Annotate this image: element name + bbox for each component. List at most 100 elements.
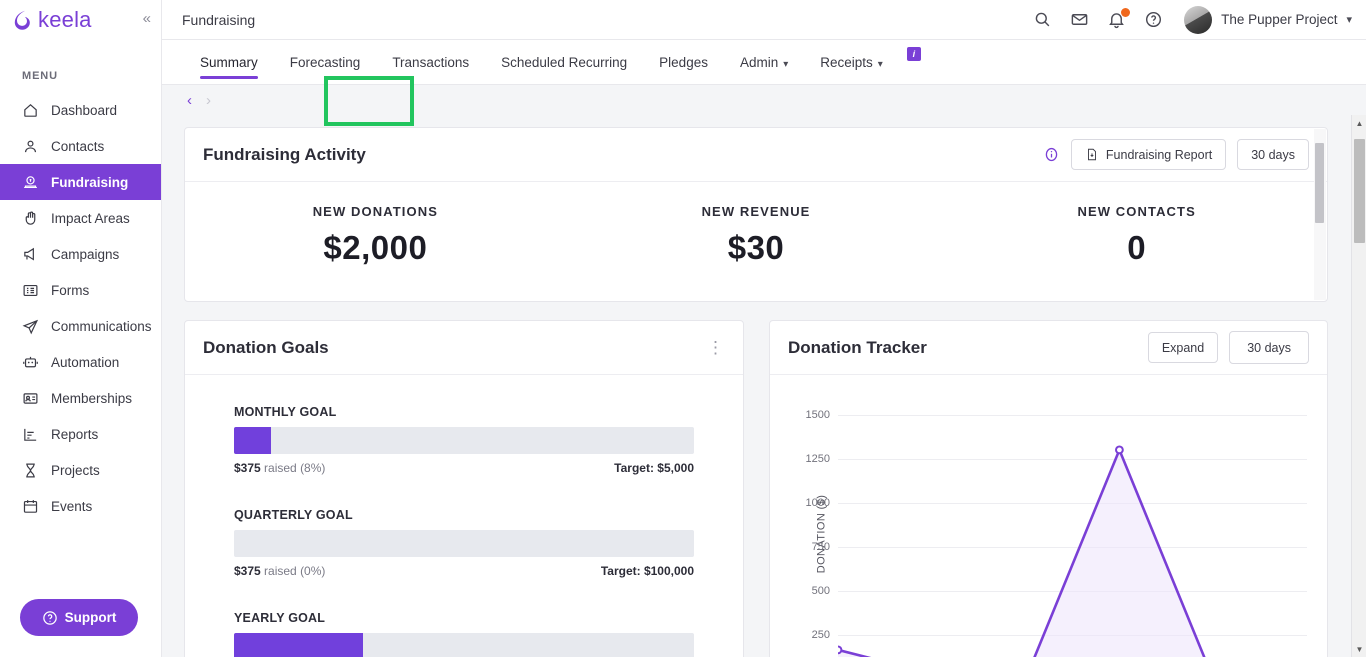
donation-goals-column: Donation Goals ⋮ MONTHLY GOAL $375 raise…	[184, 320, 744, 657]
top-bar-actions: The Pupper Project ▾	[1033, 5, 1352, 34]
goal-raised-amount: $375	[234, 564, 261, 578]
page-scrollbar-thumb[interactable]	[1354, 139, 1365, 243]
donation-tracker-actions: Expand 30 days	[1147, 331, 1309, 364]
goal-quarterly: QUARTERLY GOAL $375 raised (0%) Target: …	[234, 508, 694, 578]
hourglass-icon	[22, 462, 39, 479]
chevron-down-icon: ▾	[1346, 14, 1352, 26]
activity-card-scrollbar-thumb[interactable]	[1315, 143, 1324, 223]
donation-goals-header: Donation Goals ⋮	[185, 321, 743, 375]
sidebar-item-communications[interactable]: Communications	[0, 308, 161, 344]
avatar	[1184, 5, 1213, 34]
tab-summary[interactable]: Summary	[184, 40, 274, 85]
sidebar-item-label: Communications	[51, 318, 152, 334]
kebab-menu-icon[interactable]: ⋮	[707, 339, 725, 356]
fundraising-activity-card: Fundraising Activity Fundraising Report …	[184, 127, 1328, 302]
sidebar-item-label: Campaigns	[51, 246, 120, 262]
chevron-down-icon: ▾	[783, 59, 789, 70]
donation-tracker-header: Donation Tracker Expand 30 days	[770, 321, 1327, 375]
activity-card-scrollbar[interactable]	[1314, 129, 1326, 300]
bar-chart-icon	[22, 426, 39, 443]
sidebar-item-label: Memberships	[51, 390, 133, 406]
prev-arrow-icon[interactable]: ‹	[187, 93, 192, 108]
next-arrow-icon[interactable]: ›	[206, 93, 211, 108]
sidebar-item-reports[interactable]: Reports	[0, 416, 161, 452]
sidebar-item-campaigns[interactable]: Campaigns	[0, 236, 161, 272]
tab-list: Summary Forecasting Transactions Schedul…	[162, 40, 1366, 85]
tab-forecasting[interactable]: Forecasting	[274, 40, 377, 85]
help-icon[interactable]	[1144, 10, 1163, 29]
info-badge[interactable]: i	[906, 46, 921, 61]
tab-label: Forecasting	[289, 55, 361, 70]
content: Fundraising Activity Fundraising Report …	[162, 115, 1366, 657]
content-scroll-area: Fundraising Activity Fundraising Report …	[162, 115, 1366, 657]
chart-y-tick-label: 250	[811, 628, 830, 641]
help-circle-icon	[42, 610, 58, 626]
sidebar-item-projects[interactable]: Projects	[0, 452, 161, 488]
sidebar-item-label: Fundraising	[51, 174, 129, 190]
goal-name: MONTHLY GOAL	[234, 405, 337, 419]
sidebar-item-memberships[interactable]: Memberships	[0, 380, 161, 416]
sidebar-item-forms[interactable]: Forms	[0, 272, 161, 308]
chart-data-point[interactable]	[838, 645, 843, 655]
goal-progress-fill	[234, 633, 363, 657]
sidebar-item-automation[interactable]: Automation	[0, 344, 161, 380]
info-circle-icon[interactable]	[1043, 146, 1060, 163]
scroll-up-arrow-icon[interactable]: ▲	[1352, 115, 1366, 131]
chevron-down-icon: ▾	[877, 59, 883, 70]
tracker-range-label: 30 days	[1247, 340, 1291, 355]
page-scrollbar[interactable]: ▲ ▼	[1351, 115, 1366, 657]
sidebar-item-contacts[interactable]: Contacts	[0, 128, 161, 164]
tab-admin[interactable]: Admin ▾	[724, 40, 804, 85]
sidebar-item-label: Reports	[51, 426, 99, 442]
tab-receipts[interactable]: Receipts ▾	[804, 40, 899, 85]
sidebar-item-impact-areas[interactable]: Impact Areas	[0, 200, 161, 236]
fundraising-report-button[interactable]: Fundraising Report	[1070, 139, 1227, 170]
stat-new-donations: NEW DONATIONS $2,000	[185, 204, 566, 267]
tab-pledges[interactable]: Pledges	[643, 40, 724, 85]
goal-footer: $375 raised (8%) Target: $5,000	[234, 461, 694, 475]
account-name: The Pupper Project	[1221, 12, 1338, 27]
paper-plane-icon	[22, 318, 39, 335]
goal-progress-track	[234, 530, 694, 557]
bell-icon[interactable]	[1107, 8, 1131, 29]
tab-transactions[interactable]: Transactions	[376, 40, 485, 85]
tracker-range-select[interactable]: 30 days	[1229, 331, 1309, 364]
document-download-icon	[1085, 147, 1099, 162]
app-root: keela « MENU Dashboard Contacts Fundrais…	[0, 0, 1366, 657]
top-bar: Fundraising The Pupper Project ▾	[162, 0, 1366, 40]
chart-y-tick-label: 1500	[805, 408, 830, 421]
scroll-down-arrow-icon[interactable]: ▼	[1352, 641, 1366, 657]
fundraising-activity-title: Fundraising Activity	[203, 144, 366, 164]
tab-bar: Summary Forecasting Transactions Schedul…	[162, 40, 1366, 126]
goal-raised: $375 raised (8%)	[234, 461, 325, 475]
expand-button[interactable]: Expand	[1147, 332, 1219, 363]
stat-value: $2,000	[323, 229, 428, 266]
sidebar-item-events[interactable]: Events	[0, 488, 161, 524]
goal-monthly: MONTHLY GOAL $375 raised (8%) Target: $5…	[234, 405, 694, 475]
goal-progress-track	[234, 633, 694, 657]
donation-icon	[22, 174, 39, 191]
tab-scheduled-recurring[interactable]: Scheduled Recurring	[485, 40, 643, 85]
goal-raised-amount: $375	[234, 461, 261, 475]
sidebar-item-dashboard[interactable]: Dashboard	[0, 92, 161, 128]
account-menu[interactable]: The Pupper Project ▾	[1184, 5, 1352, 34]
sidebar-item-label: Dashboard	[51, 102, 118, 118]
tab-label: Pledges	[659, 55, 708, 70]
search-icon[interactable]	[1033, 10, 1052, 29]
sidebar-collapse-icon[interactable]: «	[143, 11, 151, 26]
goal-raised-text: raised (8%)	[264, 461, 326, 475]
donation-tracker-column: Donation Tracker Expand 30 days DONATION…	[769, 320, 1328, 657]
chart-data-point[interactable]	[1115, 445, 1124, 455]
sidebar-item-label: Events	[51, 498, 93, 514]
dashboard-columns: Donation Goals ⋮ MONTHLY GOAL $375 raise…	[184, 320, 1328, 657]
support-button-label: Support	[64, 610, 117, 625]
activity-range-select[interactable]: 30 days	[1237, 139, 1309, 170]
sidebar-nav: Dashboard Contacts Fundraising Impact Ar…	[0, 92, 161, 524]
goal-raised: $375 raised (0%)	[234, 564, 325, 578]
support-button[interactable]: Support	[20, 599, 138, 636]
donation-tracker-card: Donation Tracker Expand 30 days DONATION…	[769, 320, 1328, 657]
sidebar-item-fundraising[interactable]: Fundraising	[0, 164, 161, 200]
brand-name: keela	[38, 7, 92, 32]
donation-goals-title: Donation Goals	[203, 337, 329, 357]
mail-icon[interactable]	[1070, 10, 1089, 29]
